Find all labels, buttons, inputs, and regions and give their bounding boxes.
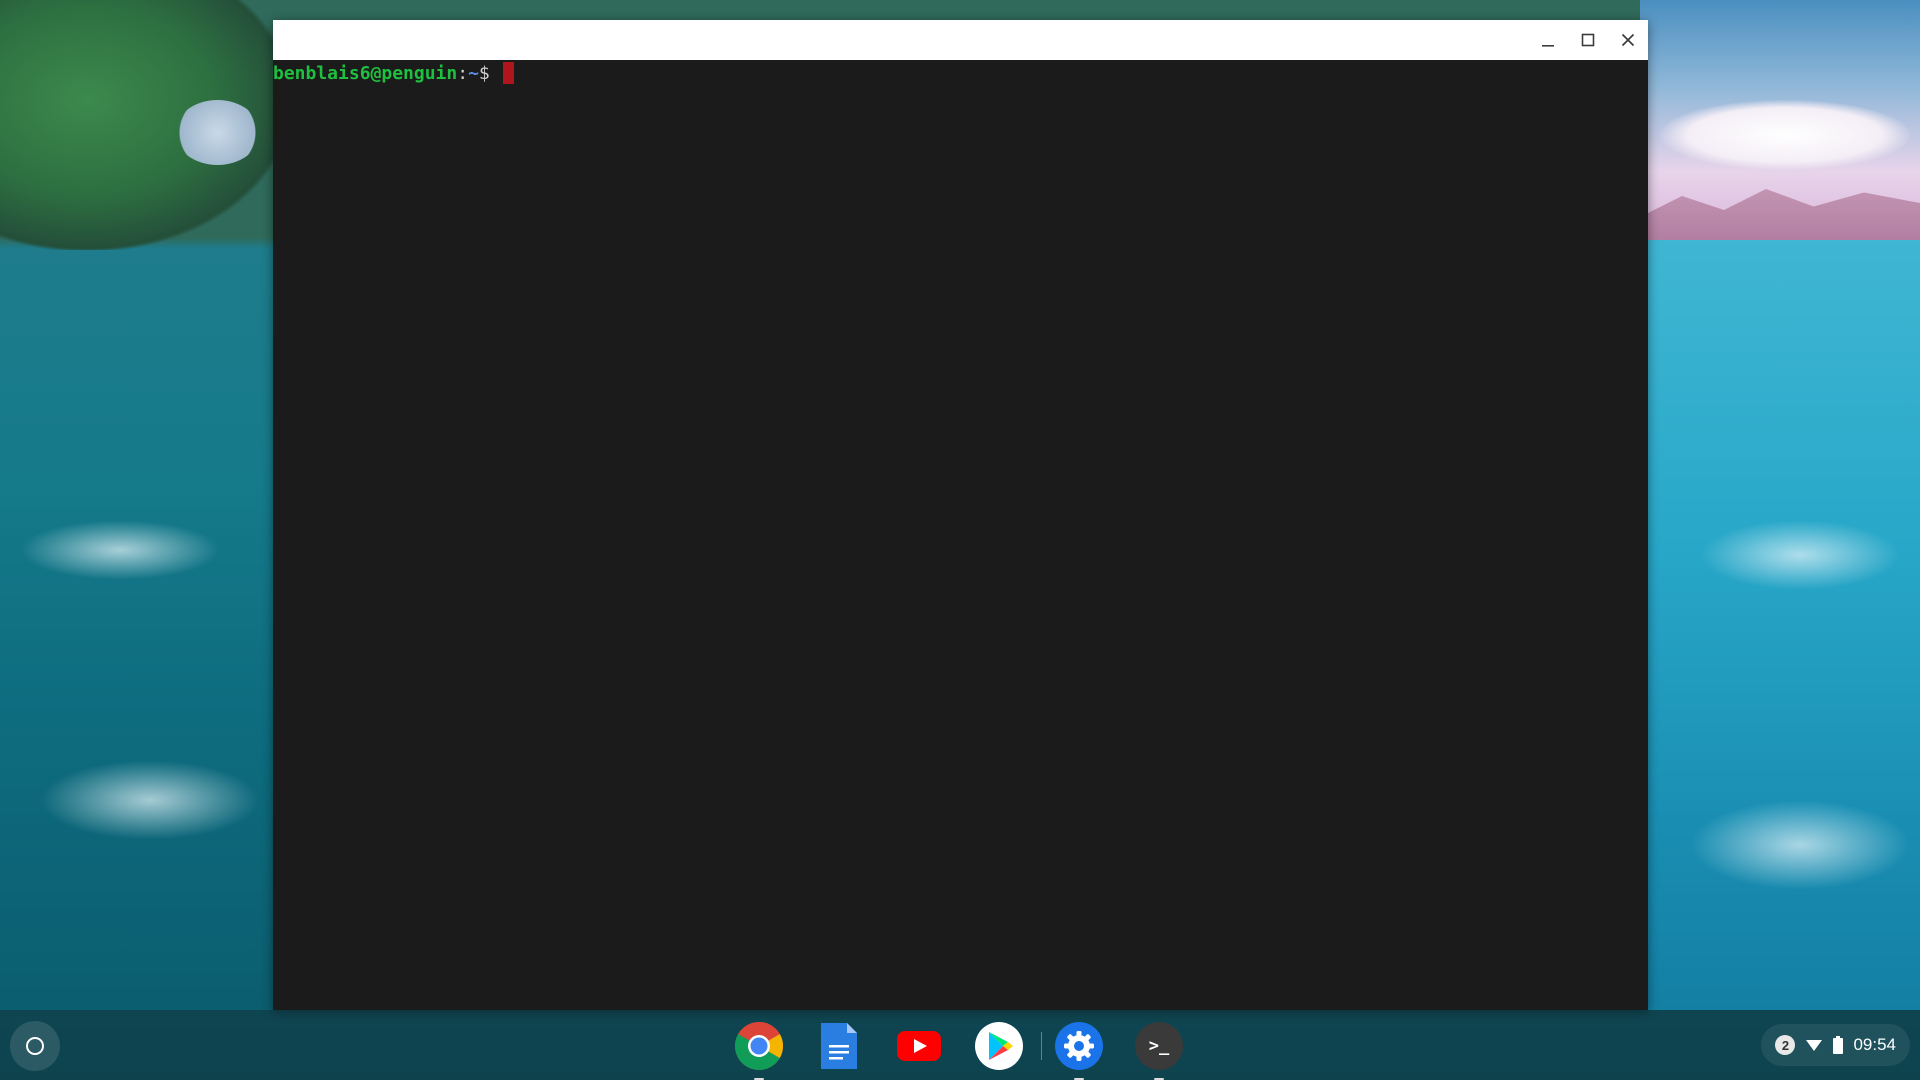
shelf-app-chrome[interactable]: [731, 1018, 787, 1080]
terminal-cursor: [502, 62, 514, 84]
prompt-user-host: benblais6@penguin: [273, 63, 458, 84]
play-store-icon: [975, 1022, 1023, 1070]
prompt-path: ~: [468, 63, 479, 84]
launcher-icon: [26, 1037, 44, 1055]
shelf-app-docs[interactable]: [811, 1018, 867, 1074]
maximize-icon: [1581, 33, 1595, 47]
wifi-icon: [1806, 1040, 1823, 1051]
terminal-icon-label: >_: [1149, 1036, 1170, 1056]
shelf-app-terminal[interactable]: >_: [1131, 1018, 1187, 1080]
battery-icon: [1833, 1036, 1844, 1054]
wallpaper-foam: [1690, 800, 1910, 890]
shelf-app-youtube[interactable]: [891, 1018, 947, 1074]
wallpaper-cloud: [175, 100, 260, 165]
docs-icon: [821, 1023, 857, 1069]
minimize-icon: [1542, 45, 1554, 47]
close-icon: [1621, 33, 1635, 47]
maximize-button[interactable]: [1568, 20, 1608, 60]
status-area[interactable]: 2 09:54: [1761, 1024, 1910, 1066]
shelf: >_ 2 09:54: [0, 1010, 1920, 1080]
youtube-icon: [897, 1031, 941, 1061]
close-button[interactable]: [1608, 20, 1648, 60]
terminal-window[interactable]: benblais6@penguin:~$: [273, 20, 1648, 1010]
terminal-icon: >_: [1135, 1022, 1183, 1070]
notification-count-badge: 2: [1775, 1035, 1796, 1055]
wallpaper-foam: [40, 760, 260, 840]
prompt-symbol: $: [478, 63, 501, 84]
prompt-separator: :: [457, 63, 469, 84]
minimize-button[interactable]: [1528, 20, 1568, 60]
wallpaper-cloud: [1660, 100, 1910, 170]
shelf-app-play-store[interactable]: [971, 1018, 1027, 1074]
chrome-icon: [734, 1021, 784, 1071]
settings-icon: [1055, 1022, 1103, 1070]
clock: 09:54: [1853, 1035, 1896, 1054]
shelf-divider: [1041, 1032, 1042, 1060]
wallpaper-foam: [20, 520, 220, 580]
launcher-button[interactable]: [10, 1021, 60, 1071]
terminal-output[interactable]: benblais6@penguin:~$: [273, 60, 1648, 86]
wallpaper-sea: [1648, 240, 1920, 1010]
window-titlebar[interactable]: [273, 20, 1648, 60]
shelf-app-settings[interactable]: [1051, 1018, 1107, 1080]
wallpaper-foam: [1700, 520, 1900, 590]
